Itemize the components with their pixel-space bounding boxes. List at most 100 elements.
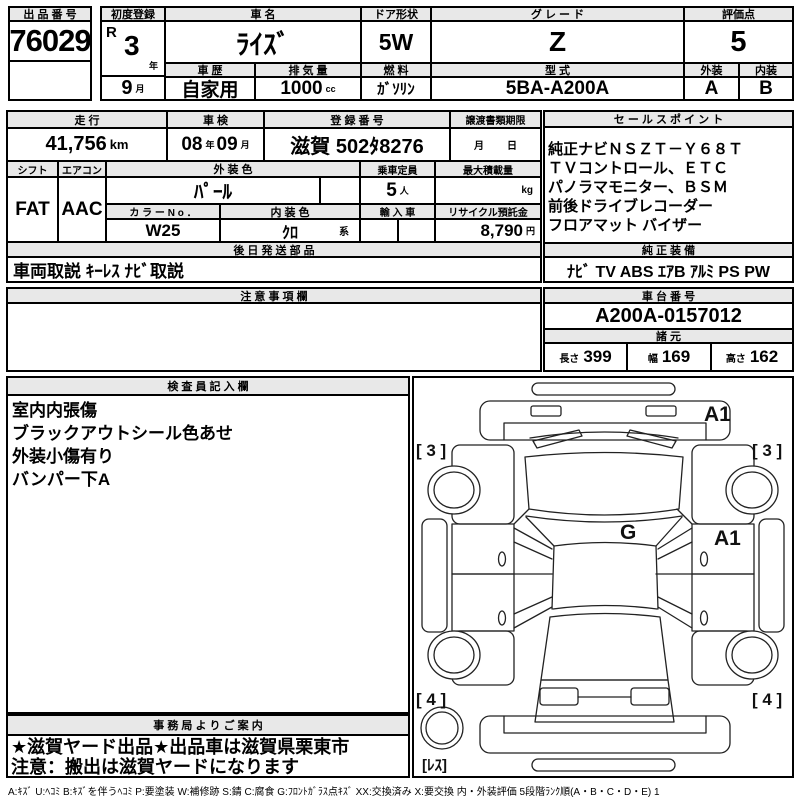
inspection-month: 09 [216, 133, 238, 155]
registration-number-label: 登 録 番 号 [264, 111, 450, 128]
mileage-label: 走 行 [7, 111, 167, 128]
chassis-number-label: 車 台 番 号 [544, 288, 793, 303]
pillar-band-front-right [657, 527, 693, 560]
sales-point-line: ＴＶコントロール、ＥＴＣ [548, 160, 729, 177]
equipment-value: ﾅﾋﾞ TV ABS ｴｱB ｱﾙﾐ PS PW [544, 257, 793, 282]
shift-value: FAT [7, 177, 58, 242]
displacement-label: 排 気 量 [255, 63, 361, 77]
front-bumper [479, 400, 731, 441]
wheel-front-left-inner [433, 471, 475, 509]
office-notice-box: ★滋賀ヤード出品★出品車は滋賀県栗東市 注意：搬出は滋賀ヤードになります [7, 735, 409, 777]
sales-point-line: パノラマモニター、ＢＳＭ [548, 179, 728, 196]
door-handle-rear-left [497, 610, 507, 626]
inspector-note-line: ブラックアウトシール色あせ [12, 424, 233, 443]
width-label: 幅 [647, 353, 658, 365]
first-registration-month: 9 月 [101, 76, 165, 100]
capacity-number: 5 [386, 179, 397, 201]
mark-tire-rear-left: [ 4 ] [416, 690, 446, 709]
spec-width: 幅 169 [627, 343, 711, 371]
inspection-year-unit: 年 [205, 140, 215, 150]
spare-tire-inner [425, 711, 459, 745]
door-shape-value: 5W [361, 21, 431, 63]
max-load-unit: kg [521, 185, 533, 196]
transfer-day-label: 日 [507, 141, 517, 152]
notes-label: 注 意 事 項 欄 [7, 288, 541, 303]
history-label: 車 歴 [165, 63, 255, 77]
grade-value: Z [431, 21, 684, 63]
era-year: 3 [124, 30, 140, 61]
inspector-note-line: バンパー下A [12, 470, 111, 489]
mark-front-bumper: A1 [704, 403, 731, 426]
score-label: 評価点 [684, 7, 793, 21]
auction-sheet: { "top": { "lot_label": "出 品 番 号", "lot_… [0, 0, 800, 800]
windshield-base [553, 541, 657, 547]
year-unit: 年 [148, 61, 158, 71]
capacity-label: 乗車定員 [360, 161, 435, 177]
rear-window [540, 612, 669, 681]
recycle-fee-label: リサイクル預託金 [435, 204, 541, 219]
cowl-line [525, 515, 683, 523]
import-empty-cell-2 [398, 219, 435, 242]
mark-tire-rear-right: [ 4 ] [752, 690, 782, 709]
displacement-number: 1000 [280, 77, 323, 99]
month-value: 9 [121, 76, 133, 99]
inspector-note-line: 室内内張傷 [12, 401, 97, 420]
mileage-value: 41,756 km [7, 128, 167, 161]
transfer-deadline-label: 譲渡書類期限 [450, 111, 541, 128]
damage-diagram-section: A1 [ 3 ] [ 3 ] G A1 [ 4 ] [ 4 ] [ﾚｽ] [412, 376, 794, 778]
mark-door-front-right: A1 [714, 527, 741, 550]
interior-color-label: 内 装 色 [220, 204, 360, 219]
office-notice-line: 注意：搬出は滋賀ヤードになります [11, 757, 299, 777]
office-notice-label: 事 務 局 よ り ご 案 内 [7, 715, 409, 735]
door-handle-front-left [497, 551, 507, 567]
max-load-value: kg [435, 177, 541, 204]
spec-label: 諸 元 [544, 329, 793, 343]
interior-color-suffix: 系 [339, 227, 349, 238]
office-notice-line: ★滋賀ヤード出品★出品車は滋賀県栗東市 [11, 737, 350, 757]
inspector-label: 検 査 員 記 入 欄 [7, 377, 409, 395]
fuel-label: 燃 料 [361, 63, 431, 77]
max-load-label: 最大積載量 [435, 161, 541, 177]
lot-number-label: 出 品 番 号 [9, 7, 91, 21]
color-no-label: カ ラ ー N o ． [106, 204, 220, 219]
inspector-note-line: 外装小傷有り [12, 447, 114, 466]
exterior-grade-label: 外装 [684, 63, 739, 77]
registration-number-value: 滋賀 502ﾀ8276 [264, 128, 450, 161]
wheel-rear-right-inner [731, 636, 773, 674]
roof-rear-line [552, 604, 658, 610]
exterior-color-value: ﾊﾟｰﾙ [106, 177, 320, 204]
interior-grade-value: B [739, 77, 793, 100]
sales-points-label: セ ー ル ス ポ イ ン ト [544, 111, 793, 127]
sales-point-line: フロアマット バイザー [548, 217, 703, 234]
mileage-number: 41,756 [45, 133, 107, 155]
height-value: 162 [749, 347, 779, 366]
grille-line [529, 431, 679, 439]
mileage-unit: km [109, 137, 129, 152]
later-parts-value: 車両取説 ｷｰﾚｽ ﾅﾋﾞ取説 [7, 257, 541, 282]
mark-windshield: G [620, 521, 636, 544]
pillar-band-rear-left [513, 596, 553, 629]
notes-empty-box [7, 303, 541, 371]
shift-label: シフト [7, 161, 58, 177]
inspection-year: 08 [181, 133, 203, 155]
tailgate-garnish-left [539, 687, 579, 706]
month-unit: 月 [135, 83, 145, 94]
sales-points-box: 純正ナビＮＳＺＴ－Ｙ６８Ｔ ＴＶコントロール、ＥＴＣ パノラマモニター、ＢＳＭ … [544, 127, 793, 243]
later-parts-label: 後 日 発 送 部 品 [7, 242, 541, 257]
tailgate-garnish-right [630, 687, 670, 706]
inspection-value: 08 年 09 月 [167, 128, 264, 161]
spec-height: 高さ 162 [711, 343, 793, 371]
door-handle-front-right [699, 551, 709, 567]
rocker-strip-right [758, 518, 785, 633]
capacity-value: 5 人 [360, 177, 435, 204]
color-no-value: W25 [106, 219, 220, 242]
recycle-fee-number: 8,790 [480, 220, 523, 240]
width-value: 169 [661, 347, 691, 366]
roof-sides [551, 545, 659, 610]
capacity-unit: 人 [399, 186, 409, 196]
import-label: 輸 入 車 [360, 204, 435, 219]
inspection-label: 車 検 [167, 111, 264, 128]
wheel-rear-left-inner [433, 636, 475, 674]
displacement-value: 1000 cc [255, 77, 361, 100]
mark-spare-tire: [ﾚｽ] [422, 757, 447, 774]
